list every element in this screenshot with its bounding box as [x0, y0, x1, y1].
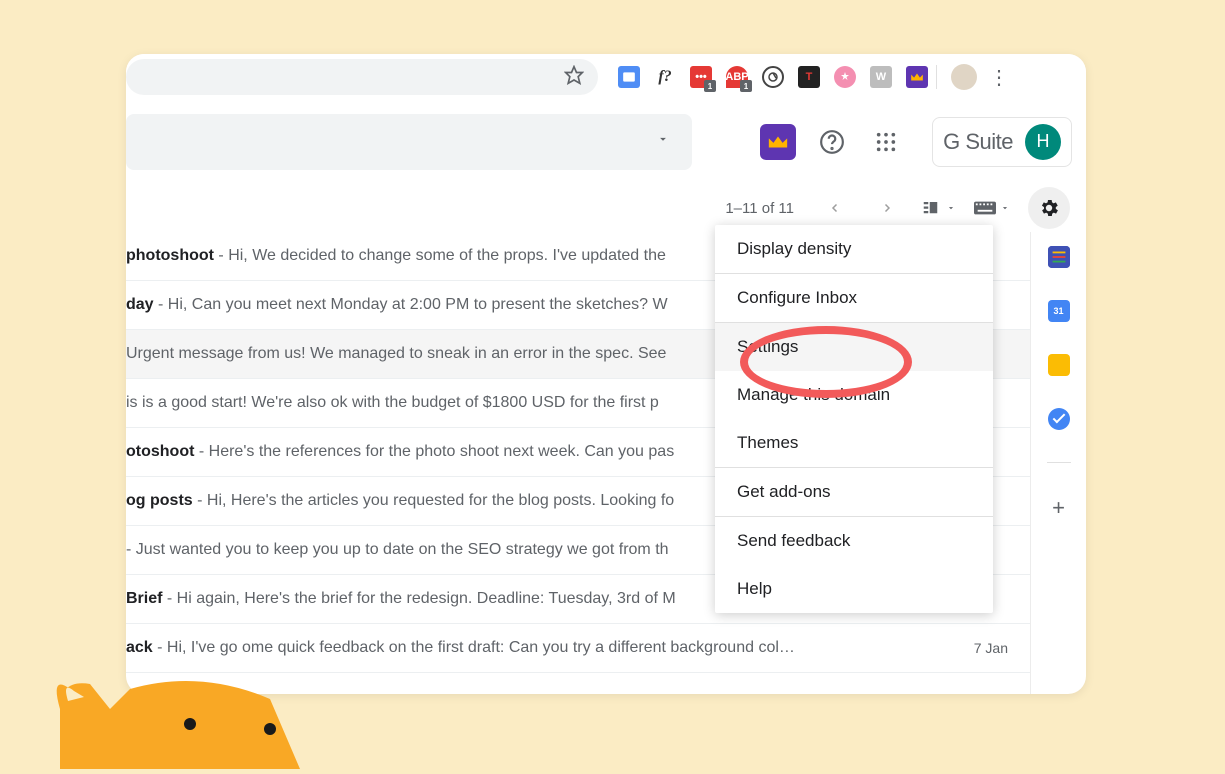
menu-item-configure-inbox[interactable]: Configure Inbox — [715, 274, 993, 322]
pagination-count: 1–11 of 11 — [725, 200, 794, 217]
settings-gear-button[interactable] — [1028, 187, 1070, 229]
chrome-menu-icon[interactable]: ⋮ — [983, 65, 1015, 90]
sidepanel-tasks-icon[interactable] — [1048, 246, 1070, 268]
email-subject: Brief — [126, 590, 162, 607]
menu-item-settings[interactable]: Settings — [715, 323, 993, 371]
menu-item-themes[interactable]: Themes — [715, 419, 993, 467]
gsuite-label: G G SuiteSuite — [943, 129, 1013, 155]
black-extension-icon[interactable]: T — [798, 66, 820, 88]
email-snippet: Urgent message from us! We managed to sn… — [126, 345, 666, 362]
email-snippet: - Hi, Here's the articles you requested … — [193, 492, 675, 509]
extension-red-icon[interactable]: ••• 1 — [690, 66, 712, 88]
menu-item-display-density[interactable]: Display density — [715, 225, 993, 273]
menu-item-help[interactable]: Help — [715, 565, 993, 613]
email-snippet: - Hi again, Here's the brief for the red… — [162, 590, 675, 607]
email-subject: otoshoot — [126, 443, 194, 460]
email-snippet: - Hi, We decided to change some of the p… — [214, 247, 666, 264]
bookmark-star-icon[interactable] — [564, 65, 584, 90]
app-header: G G SuiteSuite H — [126, 100, 1086, 184]
input-tools-button[interactable] — [974, 201, 1010, 215]
pink-extension-icon[interactable] — [834, 66, 856, 88]
email-snippet: - Just wanted you to keep you up to date… — [126, 541, 669, 558]
sidepanel-divider — [1047, 462, 1071, 463]
sidepanel-tasks2-icon[interactable] — [1048, 408, 1070, 430]
chrome-profile-avatar[interactable] — [951, 64, 977, 90]
menu-item-send-feedback[interactable]: Send feedback — [715, 517, 993, 565]
adblock-extension-icon[interactable]: ABP 1 — [726, 66, 748, 88]
email-subject: photoshoot — [126, 247, 214, 264]
email-snippet: - Hi, Can you meet next Monday at 2:00 P… — [154, 296, 668, 313]
split-pane-toggle[interactable] — [922, 199, 956, 217]
prev-page-button[interactable] — [818, 191, 852, 225]
sidepanel-keep-icon[interactable] — [1048, 354, 1070, 376]
chrome-separator — [936, 65, 937, 89]
w-extension-icon[interactable]: W — [870, 66, 892, 88]
menu-item-get-add-ons[interactable]: Get add-ons — [715, 468, 993, 516]
apps-grid-icon[interactable] — [868, 124, 904, 160]
browser-chrome: f? ••• 1 ABP 1 T W ⋮ — [126, 54, 1086, 100]
browser-extensions: f? ••• 1 ABP 1 T W — [618, 66, 928, 88]
side-panel: 31 + — [1030, 232, 1086, 694]
sidepanel-calendar-icon[interactable]: 31 — [1048, 300, 1070, 322]
mascot-illustration — [40, 629, 360, 774]
extension-badge: 1 — [740, 80, 752, 92]
extension-badge: 1 — [704, 80, 716, 92]
email-snippet: is is a good start! We're also ok with t… — [126, 394, 659, 411]
circle-extension-icon[interactable] — [762, 66, 784, 88]
settings-menu: Display densityConfigure InboxSettingsMa… — [715, 225, 993, 613]
account-avatar[interactable]: H — [1025, 124, 1061, 160]
search-input[interactable] — [126, 114, 692, 170]
email-date: 7 Jan — [962, 640, 1030, 656]
header-icons: G G SuiteSuite H — [760, 117, 1072, 167]
help-icon[interactable] — [814, 124, 850, 160]
search-options-caret-icon[interactable] — [656, 132, 670, 151]
menu-item-manage-this-domain[interactable]: Manage this domain — [715, 371, 993, 419]
email-subject: day — [126, 296, 154, 313]
email-snippet: - Here's the references for the photo sh… — [194, 443, 674, 460]
translate-extension-icon[interactable] — [618, 66, 640, 88]
font-extension-icon[interactable]: f? — [654, 66, 676, 88]
sidepanel-add-icon[interactable]: + — [1052, 495, 1065, 521]
next-page-button[interactable] — [870, 191, 904, 225]
crown-extension-icon[interactable] — [906, 66, 928, 88]
gsuite-badge[interactable]: G G SuiteSuite H — [932, 117, 1072, 167]
calendar-day-label: 31 — [1048, 300, 1070, 322]
email-subject: og posts — [126, 492, 193, 509]
address-bar[interactable] — [126, 59, 598, 95]
crown-app-icon[interactable] — [760, 124, 796, 160]
